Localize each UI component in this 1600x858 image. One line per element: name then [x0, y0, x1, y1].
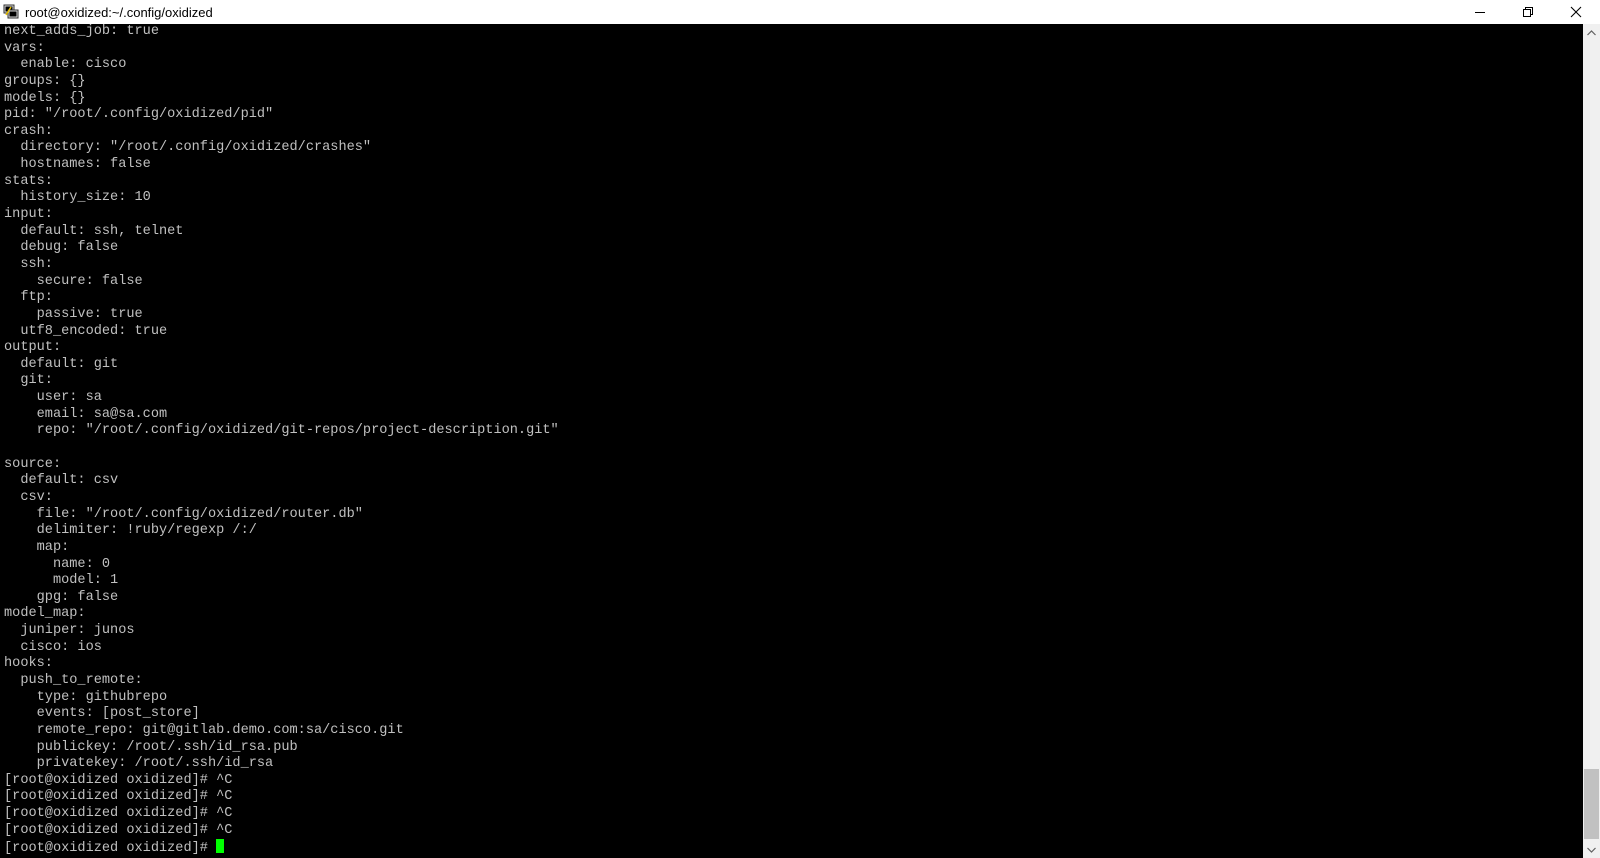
terminal-line: privatekey: /root/.ssh/id_rsa: [4, 756, 274, 772]
terminal-line: [root@oxidized oxidized]# ^C: [4, 772, 233, 788]
terminal-line: push_to_remote:: [4, 672, 143, 688]
terminal-line: csv:: [4, 489, 53, 505]
shell-prompt: [root@oxidized oxidized]#: [4, 841, 217, 857]
prompt-line[interactable]: [root@oxidized oxidized]#: [4, 839, 1583, 856]
close-button[interactable]: [1552, 0, 1600, 24]
terminal-line: model_map:: [4, 606, 86, 622]
terminal-line: file: "/root/.config/oxidized/router.db": [4, 506, 363, 522]
terminal-line: hooks:: [4, 656, 53, 672]
terminal-line: enable: cisco: [4, 57, 127, 73]
restore-icon: [1523, 7, 1533, 17]
scroll-down-arrow-icon: [1587, 847, 1596, 853]
terminal-line: ssh:: [4, 256, 53, 272]
terminal-line: repo: "/root/.config/oxidized/git-repos/…: [4, 423, 559, 439]
terminal-line: [root@oxidized oxidized]# ^C: [4, 822, 233, 838]
terminal-line: crash:: [4, 123, 53, 139]
terminal-line: source:: [4, 456, 62, 472]
terminal-area[interactable]: next_adds_job: true vars: enable: cisco gr…: [0, 24, 1583, 858]
terminal-line: pid: "/root/.config/oxidized/pid": [4, 107, 274, 123]
scroll-up-arrow-icon: [1587, 29, 1596, 35]
terminal-line: stats:: [4, 173, 53, 189]
terminal-line: default: git: [4, 356, 119, 372]
terminal-line: cisco: ios: [4, 639, 102, 655]
terminal-line: git:: [4, 373, 53, 389]
terminal-line: history_size: 10: [4, 190, 151, 206]
restore-button[interactable]: [1504, 0, 1552, 24]
terminal-line: secure: false: [4, 273, 143, 289]
terminal-line: default: csv: [4, 473, 119, 489]
minimize-icon: [1475, 12, 1485, 13]
terminal-line: remote_repo: git@gitlab.demo.com:sa/cisc…: [4, 722, 404, 738]
window-title: root@oxidized:~/.config/oxidized: [25, 4, 213, 20]
terminal-line: directory: "/root/.config/oxidized/crash…: [4, 140, 372, 156]
terminal-line: juniper: junos: [4, 623, 135, 639]
terminal-line: map:: [4, 539, 70, 555]
terminal-line: input:: [4, 207, 53, 223]
scroll-up-button[interactable]: [1583, 24, 1600, 41]
terminal-line: groups: {}: [4, 73, 86, 89]
terminal-line: next_adds_job: true: [4, 24, 159, 39]
terminal-line: passive: true: [4, 306, 143, 322]
terminal-output: next_adds_job: true vars: enable: cisco gr…: [0, 24, 1583, 856]
terminal-line: ftp:: [4, 290, 53, 306]
terminal-line: delimiter: !ruby/regexp /:/: [4, 523, 257, 539]
close-icon: [1570, 6, 1582, 18]
terminal-line: utf8_encoded: true: [4, 323, 168, 339]
terminal-line: type: githubrepo: [4, 689, 168, 705]
terminal-line: publickey: /root/.ssh/id_rsa.pub: [4, 739, 298, 755]
terminal-line: user: sa: [4, 390, 102, 406]
putty-window: root@oxidized:~/.config/oxidized next_ad…: [0, 0, 1600, 858]
title-bar[interactable]: root@oxidized:~/.config/oxidized: [0, 0, 1600, 24]
terminal-line: output:: [4, 340, 62, 356]
scrollbar-thumb[interactable]: [1584, 769, 1599, 839]
terminal-line: [root@oxidized oxidized]# ^C: [4, 806, 233, 822]
terminal-line: name: 0: [4, 556, 111, 572]
scroll-down-button[interactable]: [1583, 841, 1600, 858]
terminal-line: default: ssh, telnet: [4, 223, 184, 239]
terminal-line: debug: false: [4, 240, 119, 256]
putty-icon[interactable]: [3, 4, 19, 20]
window-controls: [1456, 0, 1600, 24]
terminal-line: email: sa@sa.com: [4, 406, 168, 422]
terminal-line: events: [post_store]: [4, 706, 200, 722]
terminal-line: gpg: false: [4, 589, 119, 605]
text-cursor: [216, 839, 225, 854]
terminal-line: models: {}: [4, 90, 86, 106]
terminal-line: [root@oxidized oxidized]# ^C: [4, 789, 233, 805]
vertical-scrollbar[interactable]: [1583, 24, 1600, 858]
terminal-line: hostnames: false: [4, 157, 151, 173]
terminal-line: model: 1: [4, 573, 119, 589]
minimize-button[interactable]: [1456, 0, 1504, 24]
terminal-line: vars:: [4, 40, 45, 56]
